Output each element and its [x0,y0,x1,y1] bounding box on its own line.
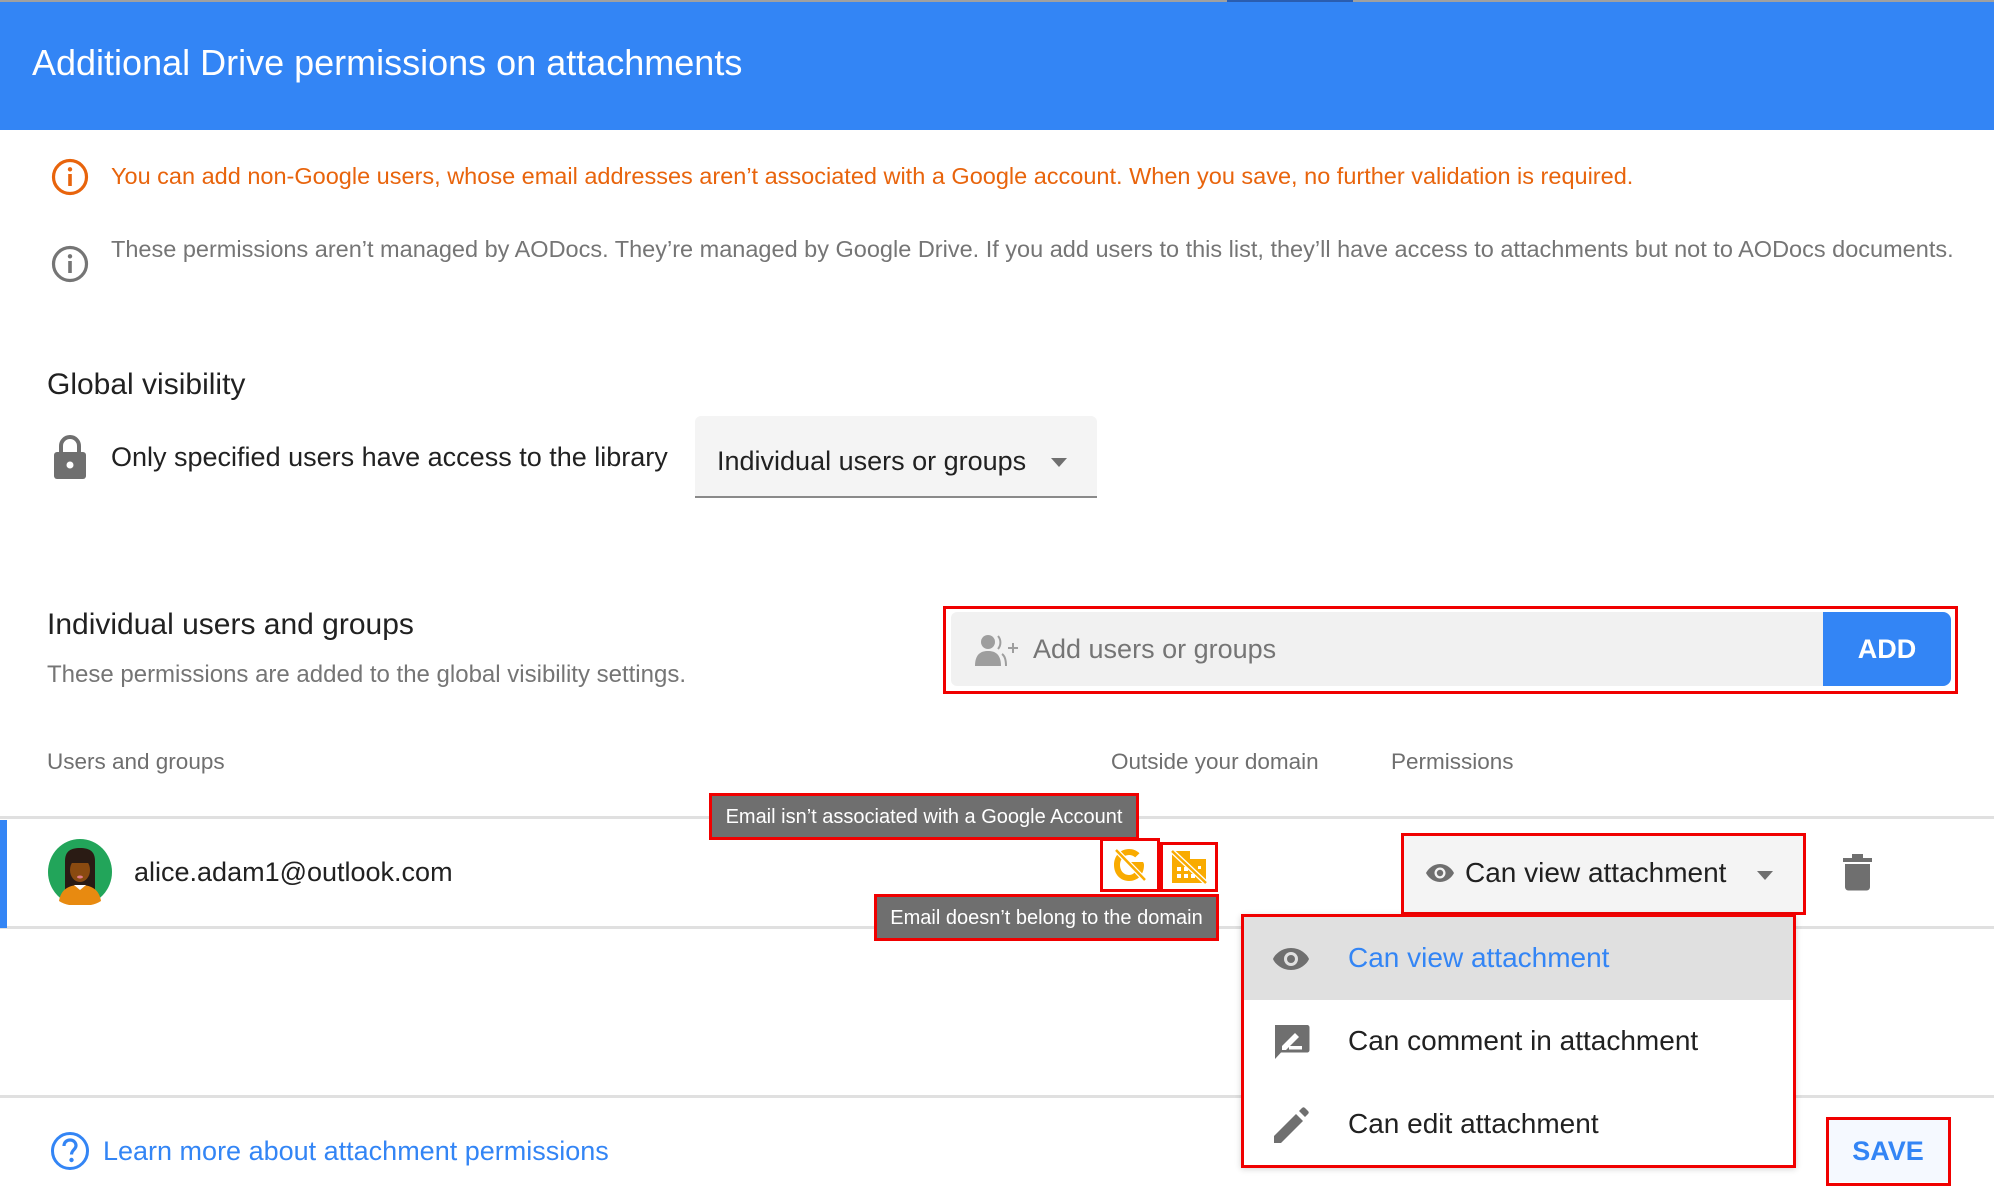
global-visibility-select[interactable]: Individual users or groups [695,416,1097,498]
permission-select-highlight [1401,833,1806,915]
save-button-highlight [1826,1117,1951,1186]
info-notice: These permissions aren’t managed by AODo… [50,234,1961,284]
warning-text: You can add non-Google users, whose emai… [111,163,1634,189]
learn-more-text: Learn more about attachment permissions [103,1136,609,1166]
user-email: alice.adam1@outlook.com [134,857,453,887]
info-text: These permissions aren’t managed by AODo… [111,236,1954,262]
tooltip-outside-domain: Email doesn’t belong to the domain [874,894,1219,941]
visibility-description: Only specified users have access to the … [111,442,668,472]
individual-users-title: Individual users and groups [47,608,414,641]
help-icon [51,1132,89,1170]
chevron-down-icon [1051,458,1067,467]
info-icon [51,245,89,283]
individual-users-subtitle: These permissions are added to the globa… [47,661,686,688]
add-person-icon [975,635,1018,666]
column-header-outside-domain: Outside your domain [1111,749,1319,774]
column-header-permissions: Permissions [1391,749,1514,774]
column-header-users: Users and groups [47,749,225,774]
add-button[interactable]: ADD [1823,612,1951,686]
trash-icon[interactable] [1843,853,1872,891]
row-selection-bar [0,820,7,928]
warning-info-icon [51,158,89,196]
table-row [47,839,112,906]
avatar [48,839,112,906]
add-users-input[interactable]: Add users or groups [951,612,1823,686]
learn-more-link[interactable]: Learn more about attachment permissions [50,1131,609,1171]
warning-notice: You can add non-Google users, whose emai… [50,157,1633,197]
outside-domain-icon[interactable] [1170,849,1208,885]
add-users-placeholder: Add users or groups [1033,634,1277,664]
dialog-title: Additional Drive permissions on attachme… [32,42,743,83]
global-visibility-value: Individual users or groups [717,446,1027,476]
no-google-account-icon[interactable] [1112,847,1148,883]
tooltip-no-google-account: Email isn’t associated with a Google Acc… [709,793,1139,840]
permission-menu-highlight [1241,914,1796,1168]
lock-icon [54,435,86,479]
global-visibility-title: Global visibility [47,368,246,401]
